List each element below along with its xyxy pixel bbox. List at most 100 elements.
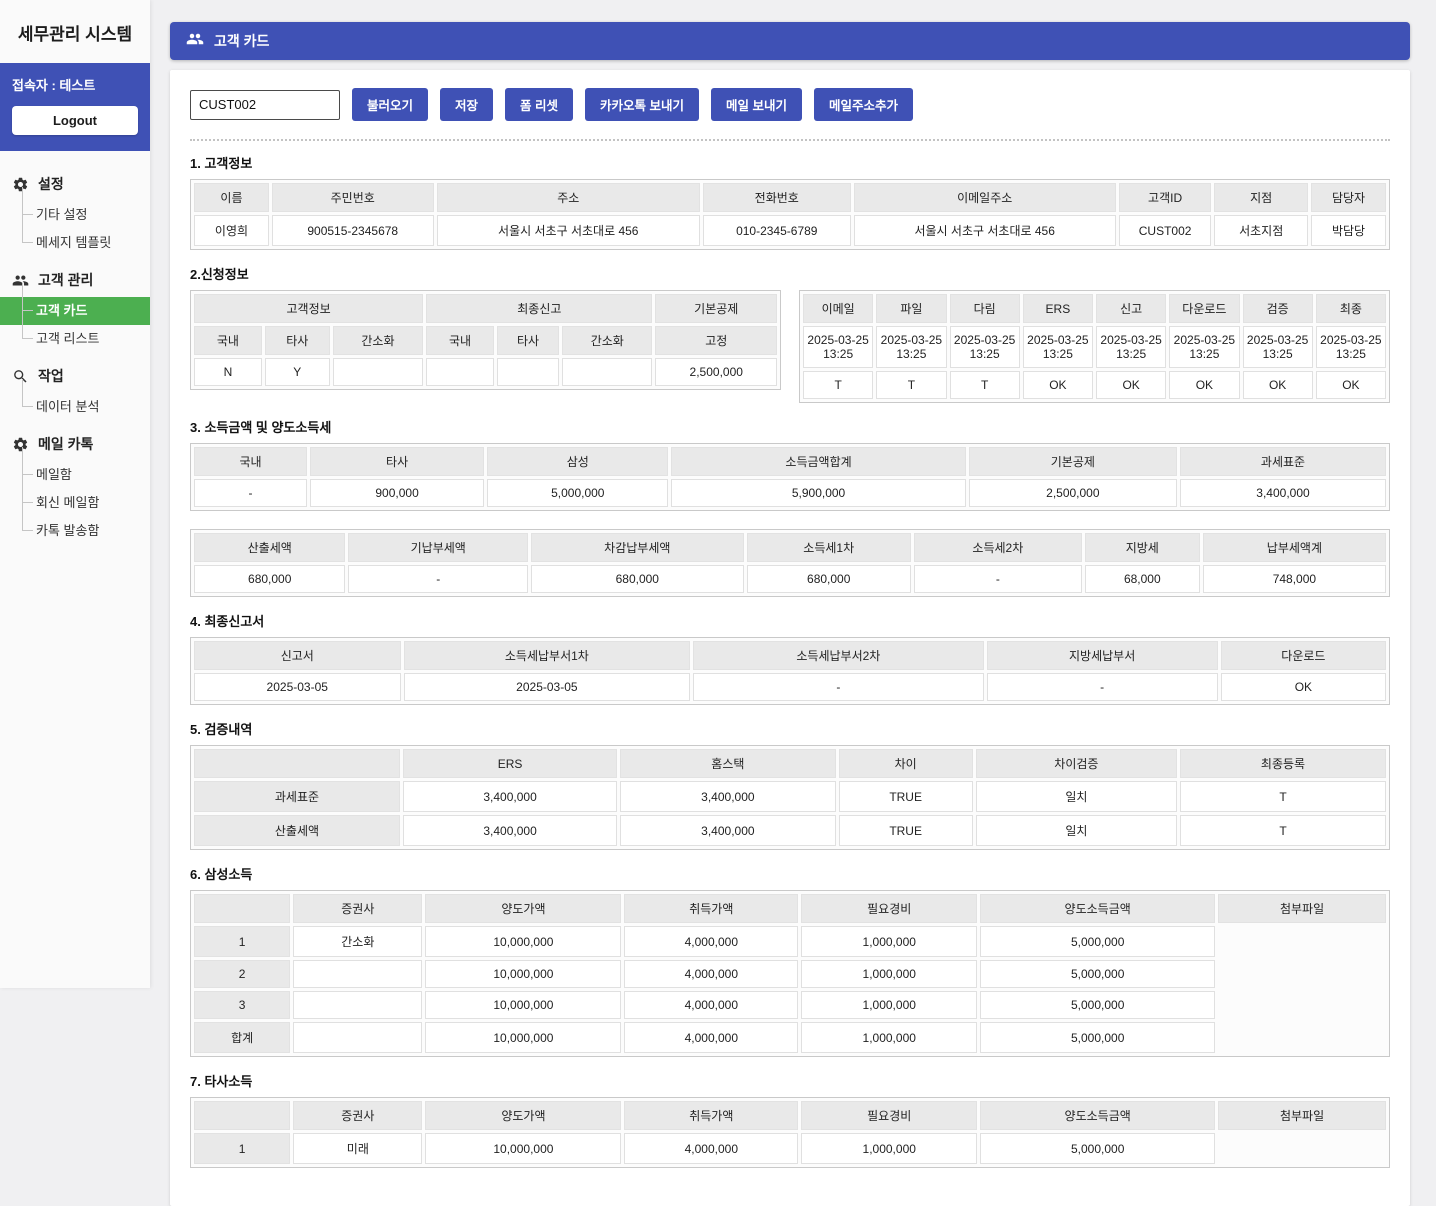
- save-button[interactable]: 저장: [440, 88, 493, 121]
- data-cell: T: [876, 371, 946, 399]
- data-cell: 2025-03-25 13:25: [803, 326, 873, 368]
- data-cell: 5,000,000: [980, 960, 1215, 988]
- send-kakao-button[interactable]: 카카오톡 보내기: [585, 88, 699, 121]
- section-customer-info: 1. 고객정보이름주민번호주소전화번호이메일주소고객ID지점담당자이영희9005…: [190, 153, 1390, 250]
- column-header: 다운로드: [1221, 641, 1386, 670]
- section-tables: 증권사양도가액취득가액필요경비양도소득금액첨부파일1간소화10,000,0004…: [190, 890, 1390, 1057]
- header-row: 국내타사간소화국내타사간소화고정: [194, 326, 777, 355]
- column-header: [194, 749, 400, 778]
- data-cell: 680,000: [194, 565, 345, 593]
- data-cell: 미래: [293, 1133, 422, 1164]
- row-label-cell: 2: [194, 960, 290, 988]
- column-header: 홈스택: [620, 749, 835, 778]
- column-header: 고정: [655, 326, 777, 355]
- customer-id-input[interactable]: [190, 90, 340, 120]
- column-header: 고객ID: [1119, 183, 1212, 212]
- section-application-info: 2.신청정보고객정보최종신고기본공제국내타사간소화국내타사간소화고정NY2,50…: [190, 264, 1390, 403]
- column-header: 양도가액: [425, 894, 621, 923]
- column-header: 검증: [1243, 294, 1313, 323]
- column-header: 국내: [194, 326, 262, 355]
- logout-button[interactable]: Logout: [12, 106, 138, 135]
- sidebar-item[interactable]: 고객 리스트: [0, 325, 150, 353]
- section-tables: 증권사양도가액취득가액필요경비양도소득금액첨부파일1미래10,000,0004,…: [190, 1097, 1390, 1168]
- data-cell: 이영희: [194, 215, 269, 246]
- data-cell: 서초지점: [1214, 215, 1308, 246]
- column-header: 지점: [1214, 183, 1308, 212]
- column-header: 지방세납부서: [987, 641, 1218, 670]
- data-cell: 1,000,000: [801, 1133, 977, 1164]
- column-header: 소득금액합계: [671, 447, 965, 476]
- data-cell: 서울시 서초구 서초대로 456: [437, 215, 700, 246]
- table-row: 2025-03-25 13:252025-03-25 13:252025-03-…: [803, 326, 1386, 368]
- send-mail-button[interactable]: 메일 보내기: [711, 88, 802, 121]
- column-header: 소득세납부서2차: [693, 641, 983, 670]
- toolbar: 불러오기 저장 폼 리셋 카카오톡 보내기 메일 보내기 메일주소추가: [190, 88, 1390, 121]
- dotted-separator: [190, 139, 1390, 141]
- data-cell: 1,000,000: [801, 1022, 977, 1053]
- data-cell: 680,000: [747, 565, 911, 593]
- data-cell: 서울시 서초구 서초대로 456: [854, 215, 1116, 246]
- data-table: ERS홈스택차이차이검증최종등록과세표준3,400,0003,400,000TR…: [190, 745, 1390, 850]
- header-row: 이메일파일다림ERS신고다운로드검증최종: [803, 294, 1386, 323]
- column-header: 양도소득금액: [980, 894, 1215, 923]
- column-header: 최종등록: [1180, 749, 1386, 778]
- row-label-cell: 3: [194, 991, 290, 1019]
- data-cell: 10,000,000: [425, 1133, 621, 1164]
- header-row: 국내타사삼성소득금액합계기본공제과세표준: [194, 447, 1386, 476]
- data-cell: 5,000,000: [980, 1022, 1215, 1053]
- content-panel: 불러오기저장폼 리셋카카오톡 보내기메일 보내기메일주소추가 1. 고객정보이름…: [170, 70, 1410, 1206]
- section-verification: 5. 검증내역ERS홈스택차이차이검증최종등록과세표준3,400,0003,40…: [190, 719, 1390, 850]
- row-label-cell: 과세표준: [194, 781, 400, 812]
- column-header: 과세표준: [1180, 447, 1386, 476]
- data-cell: 4,000,000: [624, 1133, 798, 1164]
- column-header: ERS: [1023, 294, 1093, 323]
- data-cell: [1218, 991, 1386, 1019]
- column-header: 소득세2차: [914, 533, 1082, 562]
- data-table: 증권사양도가액취득가액필요경비양도소득금액첨부파일1미래10,000,0004,…: [190, 1097, 1390, 1168]
- column-header: 차이검증: [976, 749, 1177, 778]
- table-row: 680,000-680,000680,000-68,000748,000: [194, 565, 1386, 593]
- section-final-report: 4. 최종신고서신고서소득세납부서1차소득세납부서2차지방세납부서다운로드202…: [190, 611, 1390, 705]
- data-cell: 900515-2345678: [272, 215, 434, 246]
- header-row: 산출세액기납부세액차감납부세액소득세1차소득세2차지방세납부세액계: [194, 533, 1386, 562]
- sidebar-item[interactable]: 카톡 발송함: [0, 517, 150, 545]
- column-header: 타사: [497, 326, 559, 355]
- data-cell: 5,000,000: [980, 1133, 1215, 1164]
- table-row: 210,000,0004,000,0001,000,0005,000,000: [194, 960, 1386, 988]
- data-cell: [562, 358, 652, 386]
- section-tables: ERS홈스택차이차이검증최종등록과세표준3,400,0003,400,000TR…: [190, 745, 1390, 850]
- data-cell: 2025-03-05: [404, 673, 691, 701]
- column-header: ERS: [403, 749, 617, 778]
- sidebar-menu: 설정기타 설정메세지 템플릿고객 관리고객 카드고객 리스트작업데이터 분석메일…: [0, 151, 150, 545]
- data-cell: 3,400,000: [403, 815, 617, 846]
- row-label-cell: 1: [194, 926, 290, 957]
- data-table: 신고서소득세납부서1차소득세납부서2차지방세납부서다운로드2025-03-052…: [190, 637, 1390, 705]
- header-row: ERS홈스택차이차이검증최종등록: [194, 749, 1386, 778]
- sidebar-item[interactable]: 메세지 템플릿: [0, 229, 150, 257]
- data-cell: OK: [1243, 371, 1313, 399]
- data-cell: N: [194, 358, 262, 386]
- column-header: 다림: [950, 294, 1020, 323]
- page-header-bar: 고객 카드: [170, 22, 1410, 60]
- header-row: 이름주민번호주소전화번호이메일주소고객ID지점담당자: [194, 183, 1386, 212]
- data-cell: 1,000,000: [801, 960, 977, 988]
- form-reset-button[interactable]: 폼 리셋: [505, 88, 573, 121]
- data-cell: 박담당: [1311, 215, 1386, 246]
- column-header: 취득가액: [624, 894, 798, 923]
- sidebar-item[interactable]: 데이터 분석: [0, 393, 150, 421]
- row-label-cell: 산출세액: [194, 815, 400, 846]
- add-email-button[interactable]: 메일주소추가: [814, 88, 913, 121]
- column-header: 증권사: [293, 1101, 422, 1130]
- data-cell: CUST002: [1119, 215, 1212, 246]
- column-header: 간소화: [562, 326, 652, 355]
- menu-section-label: 작업: [38, 366, 64, 386]
- data-cell: 680,000: [531, 565, 743, 593]
- column-header: 차이: [839, 749, 973, 778]
- page-title: 고객 카드: [214, 31, 269, 51]
- column-header: [194, 894, 290, 923]
- column-header: 국내: [194, 447, 307, 476]
- section-title: 4. 최종신고서: [190, 611, 1390, 630]
- data-cell: 2025-03-25 13:25: [950, 326, 1020, 368]
- column-header: 기납부세액: [348, 533, 528, 562]
- load-button[interactable]: 불러오기: [352, 88, 428, 121]
